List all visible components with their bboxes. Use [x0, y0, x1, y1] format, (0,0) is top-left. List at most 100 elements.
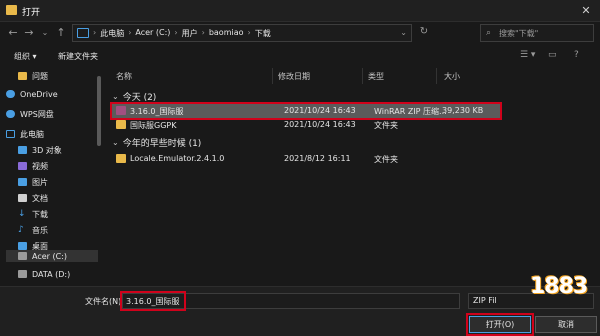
preview-pane-icon[interactable]: ▭ [548, 50, 557, 60]
sidebar-item-drive-d[interactable]: DATA (D:) [18, 266, 98, 282]
column-header-name[interactable]: 名称 [116, 71, 132, 82]
sidebar-item-label: 3D 对象 [32, 145, 62, 155]
navigation-pane: 问题 OneDrive WPS网盘 此电脑 3D 对象 视频 图片 文档 ↓ 下… [6, 66, 102, 262]
chevron-right-icon: › [128, 28, 132, 37]
cancel-button[interactable]: 取消 [535, 316, 597, 333]
sidebar-item-3d-objects[interactable]: 3D 对象 [6, 142, 98, 158]
window-title: 打开 [22, 8, 41, 18]
search-box[interactable]: ⌕ [480, 24, 594, 42]
breadcrumb-item[interactable]: 下载 [255, 28, 271, 39]
table-row[interactable]: 3.16.0_国际服 2021/10/24 16:43 WinRAR ZIP 压… [110, 102, 502, 120]
sidebar-item-label: 下载 [32, 209, 48, 219]
group-label: 今天 (2) [122, 93, 157, 103]
close-icon[interactable]: ✕ [578, 3, 594, 19]
address-bar[interactable]: › 此电脑 › Acer (C:) › 用户 › baomiao › 下载 ⌄ [72, 24, 412, 42]
open-button[interactable]: 打开(O) [469, 316, 531, 333]
breadcrumb-item[interactable]: baomiao [209, 28, 244, 39]
sidebar-item-label: 文档 [32, 193, 48, 203]
column-header-type[interactable]: 类型 [368, 71, 384, 82]
group-header-earlier[interactable]: ⌄ 今年的早些时候 (1) [112, 136, 201, 149]
sidebar-item-onedrive[interactable]: OneDrive [6, 86, 98, 102]
group-header-today[interactable]: ⌄ 今天 (2) [112, 90, 156, 103]
drive-icon [18, 270, 27, 278]
cube-icon [18, 146, 27, 154]
sidebar-item-label: 图片 [32, 177, 48, 187]
sidebar-item-label: 此电脑 [20, 129, 44, 139]
column-header-date[interactable]: 修改日期 [278, 71, 310, 82]
folder-icon [18, 72, 27, 80]
column-divider[interactable] [436, 68, 437, 84]
up-arrow-icon[interactable]: ↑ [54, 26, 68, 40]
folder-icon [6, 5, 17, 15]
sidebar-scrollbar[interactable] [96, 66, 102, 262]
chevron-right-icon: › [93, 28, 97, 37]
column-divider[interactable] [362, 68, 363, 84]
breadcrumb: › 此电脑 › Acer (C:) › 用户 › baomiao › 下载 [93, 28, 271, 39]
back-arrow-icon[interactable]: ← [6, 26, 20, 40]
music-icon: ♪ [18, 225, 24, 235]
file-type: 文件夹 [374, 155, 398, 164]
chevron-right-icon: › [201, 28, 205, 37]
chevron-down-icon: ⌄ [112, 92, 119, 101]
group-label: 今年的早些时候 (1) [122, 139, 202, 149]
organize-button[interactable]: 组织 ▾ [14, 51, 37, 62]
computer-icon [77, 28, 89, 38]
file-size: 39,230 KB [442, 106, 484, 115]
help-icon[interactable]: ? [574, 50, 579, 60]
sidebar-item-music[interactable]: ♪ 音乐 [6, 222, 98, 238]
address-row: ← → ⌄ ↑ › 此电脑 › Acer (C:) › 用户 › baomiao… [0, 22, 600, 44]
recent-chevron-icon[interactable]: ⌄ [38, 26, 52, 40]
sidebar-item-drive-c[interactable]: Acer (C:) [6, 250, 98, 262]
sidebar-item-wps[interactable]: WPS网盘 [6, 106, 98, 122]
chevron-down-icon: ⌄ [112, 138, 119, 147]
file-name: Locale.Emulator.2.4.1.0 [130, 154, 225, 163]
breadcrumb-item[interactable]: Acer (C:) [135, 28, 170, 39]
filename-label: 文件名(N): [85, 297, 124, 306]
chevron-down-icon[interactable]: ⌄ [400, 28, 407, 37]
filter-label: ZIP Fil [473, 296, 497, 305]
folder-icon [116, 154, 126, 163]
document-icon [18, 194, 27, 202]
title-bar: 打开 ✕ [0, 0, 600, 22]
search-input[interactable] [499, 27, 591, 39]
sidebar-item-downloads[interactable]: ↓ 下载 [6, 206, 98, 222]
sidebar-item-label: 视频 [32, 161, 48, 171]
column-divider[interactable] [272, 68, 273, 84]
computer-icon [6, 130, 15, 138]
sidebar-item-questions[interactable]: 问题 [6, 68, 98, 84]
breadcrumb-item[interactable]: 此电脑 [100, 28, 124, 39]
drive-icon [18, 252, 27, 260]
search-icon: ⌕ [486, 28, 492, 38]
view-options-icon[interactable]: ☰ ▾ [520, 50, 535, 60]
sidebar-item-this-pc[interactable]: 此电脑 [6, 126, 98, 142]
scrollbar-thumb[interactable] [97, 76, 101, 146]
file-name: 3.16.0_国际服 [130, 107, 184, 116]
file-list: 名称 修改日期 类型 大小 ⌄ 今天 (2) 3.16.0_国际服 2021/1… [106, 66, 600, 286]
file-date: 2021/8/12 16:11 [284, 154, 351, 163]
table-row[interactable]: 国际服GGPK 2021/10/24 16:43 文件夹 [112, 118, 500, 132]
refresh-icon[interactable]: ↻ [416, 26, 432, 40]
column-header-size[interactable]: 大小 [444, 71, 460, 82]
sidebar-item-label: Acer (C:) [32, 251, 68, 261]
command-bar: 组织 ▾ 新建文件夹 ☰ ▾ ▭ ? [0, 46, 600, 66]
filename-input[interactable] [122, 293, 460, 309]
breadcrumb-item[interactable]: 用户 [182, 28, 198, 39]
file-type: 文件夹 [374, 121, 398, 130]
dialog-footer: 文件名(N): ZIP Fil 打开(O) 取消 [0, 286, 600, 336]
sidebar-item-label: 音乐 [32, 225, 48, 235]
forward-arrow-icon[interactable]: → [22, 26, 36, 40]
table-row[interactable]: Locale.Emulator.2.4.1.0 2021/8/12 16:11 … [112, 152, 500, 166]
sidebar-item-label: 问题 [32, 71, 48, 81]
folder-icon [116, 120, 126, 129]
new-folder-button[interactable]: 新建文件夹 [58, 51, 98, 62]
sidebar-item-documents[interactable]: 文档 [6, 190, 98, 206]
sidebar-item-label: OneDrive [20, 89, 58, 99]
sidebar-item-pictures[interactable]: 图片 [6, 174, 98, 190]
sidebar-item-label: WPS网盘 [20, 109, 54, 119]
cloud-icon [6, 90, 15, 98]
video-icon [18, 162, 27, 170]
image-icon [18, 178, 27, 186]
file-date: 2021/10/24 16:43 [284, 106, 356, 115]
sidebar-item-videos[interactable]: 视频 [6, 158, 98, 174]
file-type-filter[interactable]: ZIP Fil [468, 293, 594, 309]
